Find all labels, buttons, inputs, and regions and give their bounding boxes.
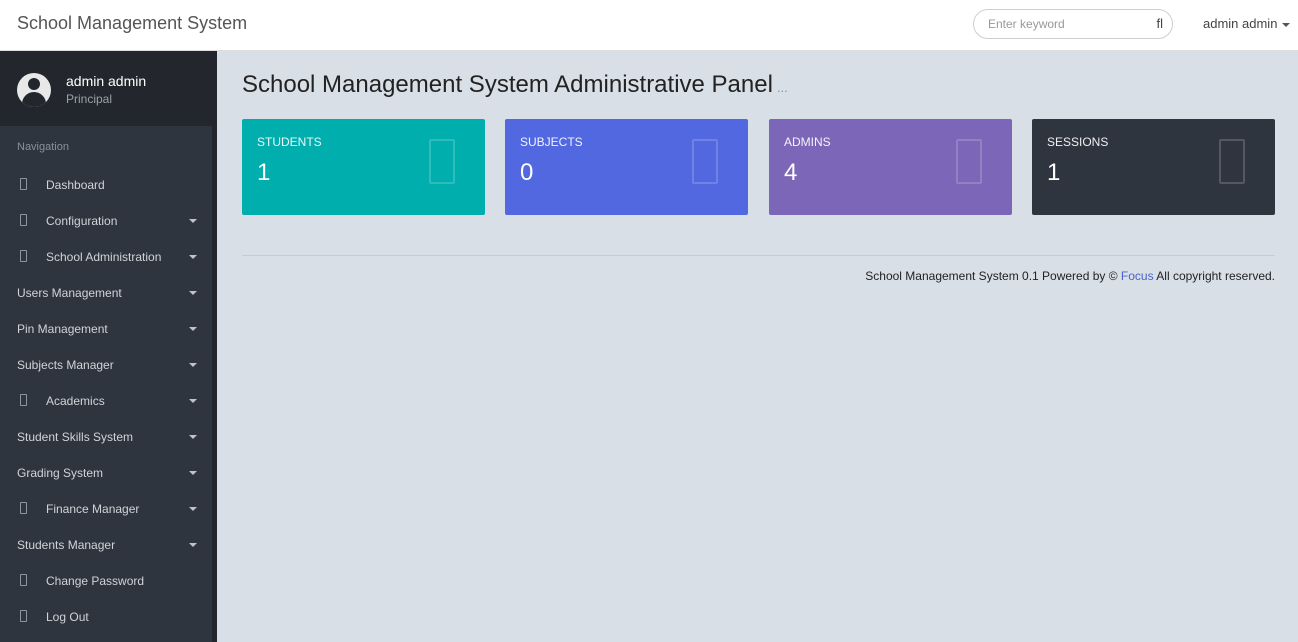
academics-icon bbox=[20, 394, 27, 406]
brand-title[interactable]: School Management System bbox=[17, 13, 247, 34]
sidebar-item-grading-system[interactable]: Grading System bbox=[0, 455, 212, 491]
stat-card-sessions[interactable]: SESSIONS 1 bbox=[1032, 119, 1275, 215]
chevron-down-icon bbox=[189, 543, 197, 547]
stat-card-admins[interactable]: ADMINS 4 bbox=[769, 119, 1012, 215]
chevron-down-icon bbox=[189, 507, 197, 511]
sessions-icon bbox=[1219, 139, 1245, 184]
sidebar-item-users-management[interactable]: Users Management bbox=[0, 275, 212, 311]
page-title: School Management System Administrative … bbox=[242, 71, 788, 99]
stat-value: 4 bbox=[784, 159, 798, 186]
avatar-head-shape bbox=[28, 78, 40, 90]
chevron-down-icon bbox=[189, 255, 197, 259]
page-title-suffix: ... bbox=[776, 80, 788, 95]
sidebar-item-label: School Administration bbox=[46, 250, 162, 264]
sidebar-item-label: Users Management bbox=[17, 286, 122, 300]
stat-label: SESSIONS bbox=[1047, 135, 1109, 149]
stat-value: 1 bbox=[1047, 159, 1061, 186]
chevron-down-icon bbox=[189, 399, 197, 403]
sidebar-item-label: Grading System bbox=[17, 466, 104, 480]
sidebar-item-configuration[interactable]: Configuration bbox=[0, 203, 212, 239]
sidebar-item-change-password[interactable]: Change Password bbox=[0, 563, 212, 599]
stat-value: 0 bbox=[520, 159, 534, 186]
log-out-icon bbox=[20, 610, 27, 622]
profile-name: admin admin bbox=[66, 73, 147, 89]
sidebar-item-label: Configuration bbox=[46, 214, 118, 228]
sidebar-item-pin-management[interactable]: Pin Management bbox=[0, 311, 212, 347]
sidebar-nav: Dashboard Configuration School Administrat… bbox=[0, 167, 212, 635]
chevron-down-icon bbox=[189, 471, 197, 475]
sidebar-item-student-skills-system[interactable]: Student Skills System bbox=[0, 419, 212, 455]
stat-label: SUBJECTS bbox=[520, 135, 583, 149]
search-input[interactable] bbox=[988, 15, 1148, 33]
dashboard-icon bbox=[20, 178, 27, 190]
footer-suffix: All copyright reserved. bbox=[1153, 269, 1275, 283]
chevron-down-icon bbox=[189, 291, 197, 295]
user-menu-label: admin admin bbox=[1203, 16, 1278, 31]
page-title-text: School Management System Administrative … bbox=[242, 71, 773, 98]
stat-value: 1 bbox=[257, 159, 271, 186]
chevron-down-icon bbox=[189, 435, 197, 439]
user-menu[interactable]: admin admin bbox=[1203, 16, 1291, 31]
finance-manager-icon bbox=[20, 502, 27, 514]
footer-divider bbox=[242, 255, 1275, 256]
avatar-body-shape bbox=[22, 92, 46, 107]
chevron-down-icon bbox=[1282, 22, 1291, 27]
profile-role: Principal bbox=[66, 92, 113, 106]
search-icon[interactable]: fl bbox=[1157, 16, 1164, 31]
footer-prefix: School Management System 0.1 Powered by … bbox=[865, 269, 1121, 283]
chevron-down-icon bbox=[189, 327, 197, 331]
sidebar: admin admin Principal Navigation Dashboa… bbox=[0, 51, 217, 642]
footer: School Management System 0.1 Powered by … bbox=[865, 269, 1275, 283]
sidebar-item-finance-manager[interactable]: Finance Manager bbox=[0, 491, 212, 527]
sidebar-item-label: Pin Management bbox=[17, 322, 108, 336]
sidebar-item-label: Finance Manager bbox=[46, 502, 140, 516]
stat-card-subjects[interactable]: SUBJECTS 0 bbox=[505, 119, 748, 215]
sidebar-item-subjects-manager[interactable]: Subjects Manager bbox=[0, 347, 212, 383]
sidebar-item-dashboard[interactable]: Dashboard bbox=[0, 167, 212, 203]
sidebar-item-label: Change Password bbox=[46, 574, 145, 588]
search-box[interactable]: fl bbox=[973, 9, 1173, 39]
nav-header: Navigation bbox=[17, 141, 69, 153]
stat-card-students[interactable]: STUDENTS 1 bbox=[242, 119, 485, 215]
subjects-icon bbox=[692, 139, 718, 184]
footer-link-focus[interactable]: Focus bbox=[1121, 269, 1154, 283]
students-icon bbox=[429, 139, 455, 184]
sidebar-item-label: Student Skills System bbox=[17, 430, 134, 444]
stat-label: STUDENTS bbox=[257, 135, 322, 149]
sidebar-item-label: Academics bbox=[46, 394, 105, 408]
sidebar-item-school-administration[interactable]: School Administration bbox=[0, 239, 212, 275]
configuration-icon bbox=[20, 214, 27, 226]
sidebar-item-label: Dashboard bbox=[46, 178, 105, 192]
school-administration-icon bbox=[20, 250, 27, 262]
profile-panel: admin admin Principal bbox=[0, 51, 212, 126]
chevron-down-icon bbox=[189, 219, 197, 223]
sidebar-item-academics[interactable]: Academics bbox=[0, 383, 212, 419]
sidebar-item-label: Log Out bbox=[46, 610, 89, 624]
sidebar-item-label: Subjects Manager bbox=[17, 358, 114, 372]
avatar bbox=[17, 73, 51, 107]
admins-icon bbox=[956, 139, 982, 184]
stat-label: ADMINS bbox=[784, 135, 831, 149]
sidebar-item-label: Students Manager bbox=[17, 538, 116, 552]
sidebar-item-students-manager[interactable]: Students Manager bbox=[0, 527, 212, 563]
top-navbar: School Management System fl admin admin bbox=[0, 0, 1298, 51]
change-password-icon bbox=[20, 574, 27, 586]
sidebar-item-log-out[interactable]: Log Out bbox=[0, 599, 212, 635]
chevron-down-icon bbox=[189, 363, 197, 367]
